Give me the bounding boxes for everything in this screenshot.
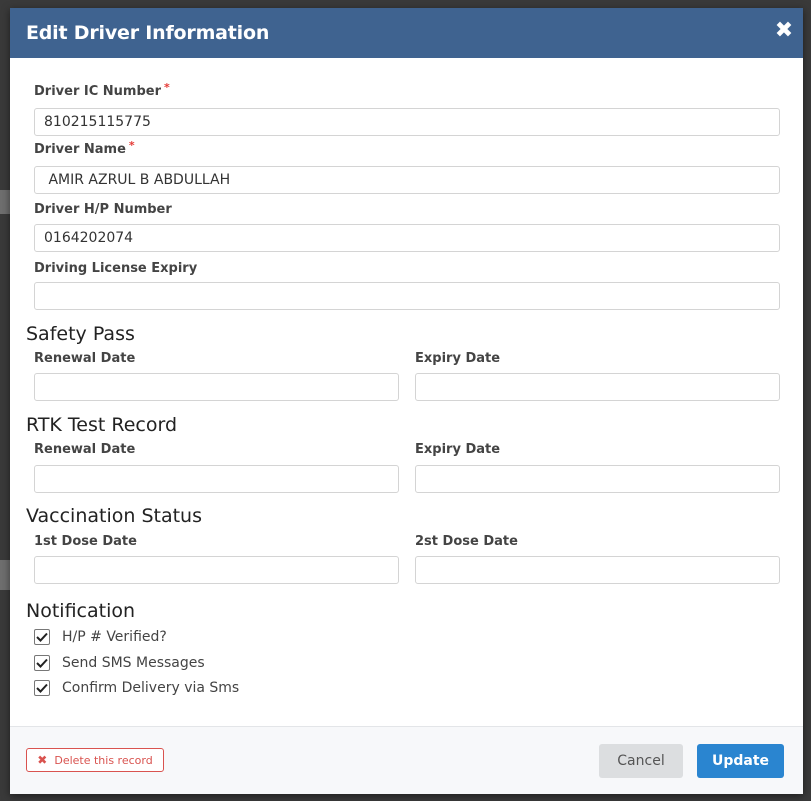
vaccination-heading: Vaccination Status (26, 505, 203, 527)
confirm-delivery-option[interactable]: Confirm Delivery via Sms (34, 678, 239, 698)
modal-body: Driver IC Number* Driver Name* Driver H/… (10, 58, 803, 726)
safety-renewal-label: Renewal Date (34, 351, 136, 366)
safety-expiry-input[interactable] (415, 373, 780, 401)
dose2-date-input[interactable] (415, 556, 780, 584)
required-marker: * (164, 81, 170, 94)
modal-header: Edit Driver Information ✖ (10, 8, 803, 58)
modal-footer: ✖ Delete this record Cancel Update (10, 726, 803, 794)
modal-title: Edit Driver Information (26, 22, 270, 44)
driver-name-input[interactable] (34, 166, 780, 194)
hp-verified-option[interactable]: H/P # Verified? (34, 627, 167, 647)
rtk-renewal-input[interactable] (34, 465, 399, 493)
confirm-delivery-label: Confirm Delivery via Sms (62, 680, 240, 696)
driver-name-label: Driver Name * (34, 139, 135, 157)
send-sms-option[interactable]: Send SMS Messages (34, 653, 205, 673)
license-expiry-label: Driving License Expiry (34, 261, 198, 276)
rtk-expiry-label: Expiry Date (415, 442, 501, 457)
check-icon (36, 683, 48, 693)
rtk-expiry-input[interactable] (415, 465, 780, 493)
license-expiry-input[interactable] (34, 282, 780, 310)
dose2-label: 2st Dose Date (415, 534, 518, 549)
send-sms-checkbox[interactable] (34, 655, 50, 671)
rtk-renewal-label: Renewal Date (34, 442, 136, 457)
ic-number-label: Driver IC Number * (34, 81, 170, 99)
delete-record-label: Delete this record (54, 753, 153, 767)
hp-number-label: Driver H/P Number (34, 202, 172, 217)
hp-verified-checkbox[interactable] (34, 629, 50, 645)
safety-pass-heading: Safety Pass (26, 323, 135, 345)
ic-number-input[interactable] (34, 108, 780, 136)
safety-renewal-input[interactable] (34, 373, 399, 401)
safety-expiry-label: Expiry Date (415, 351, 501, 366)
rtk-test-heading: RTK Test Record (26, 414, 178, 436)
hp-verified-label: H/P # Verified? (62, 629, 167, 645)
update-button[interactable]: Update (697, 744, 784, 778)
delete-icon: ✖ (37, 753, 48, 767)
dose1-date-input[interactable] (34, 556, 399, 584)
notification-heading: Notification (26, 600, 136, 622)
close-icon[interactable]: ✖ (773, 20, 795, 42)
check-icon (36, 658, 48, 668)
dose1-label: 1st Dose Date (34, 534, 137, 549)
edit-driver-modal: Edit Driver Information ✖ Driver IC Numb… (10, 8, 803, 794)
delete-record-button[interactable]: ✖ Delete this record (26, 748, 164, 772)
check-icon (36, 632, 48, 642)
send-sms-label: Send SMS Messages (62, 655, 205, 671)
cancel-button[interactable]: Cancel (599, 744, 683, 778)
required-marker: * (128, 139, 135, 152)
confirm-delivery-checkbox[interactable] (34, 680, 50, 696)
hp-number-input[interactable] (34, 224, 780, 252)
